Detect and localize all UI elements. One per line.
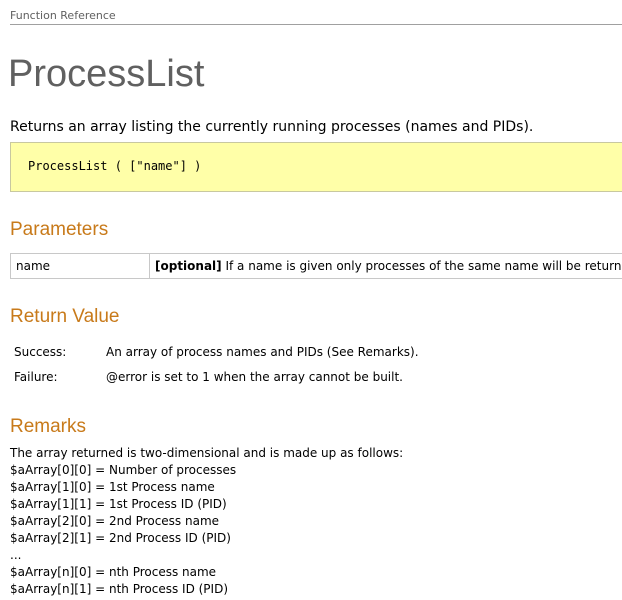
remarks-line: $aArray[0][0] = Number of processes	[10, 463, 237, 477]
table-row: name [optional] If a name is given only …	[10, 253, 622, 279]
remarks-heading: Remarks	[10, 416, 87, 437]
header-divider	[10, 24, 622, 25]
breadcrumb[interactable]: Function Reference	[10, 9, 116, 22]
syntax-code: ProcessList ( ["name"] )	[28, 159, 202, 173]
success-text: An array of process names and PIDs (See …	[106, 345, 419, 359]
remarks-line: $aArray[1][0] = 1st Process name	[10, 480, 215, 494]
function-description: Returns an array listing the currently r…	[10, 119, 534, 135]
remarks-line: $aArray[n][0] = nth Process name	[10, 565, 217, 579]
remarks-line: $aArray[2][0] = 2nd Process name	[10, 514, 220, 528]
remarks-line: ...	[10, 548, 22, 562]
return-value-heading: Return Value	[10, 306, 120, 327]
parameter-description: [optional] If a name is given only proce…	[149, 253, 622, 279]
syntax-box: ProcessList ( ["name"] )	[10, 142, 622, 192]
remarks-line: $aArray[n][1] = nth Process ID (PID)	[10, 582, 228, 596]
remarks-line: The array returned is two-dimensional an…	[10, 446, 404, 460]
success-label: Success:	[14, 345, 67, 359]
parameters-heading: Parameters	[10, 219, 109, 240]
remarks-text: The array returned is two-dimensional an…	[10, 445, 403, 598]
remarks-line: $aArray[2][1] = 2nd Process ID (PID)	[10, 531, 231, 545]
parameter-name: name	[10, 253, 150, 279]
parameters-table: name [optional] If a name is given only …	[10, 253, 622, 279]
optional-tag: [optional]	[155, 259, 222, 273]
page-title: ProcessList	[8, 53, 205, 95]
remarks-line: $aArray[1][1] = 1st Process ID (PID)	[10, 497, 227, 511]
failure-label: Failure:	[14, 370, 58, 384]
parameter-description-text: If a name is given only processes of the…	[221, 259, 622, 273]
failure-text: @error is set to 1 when the array cannot…	[106, 370, 403, 384]
